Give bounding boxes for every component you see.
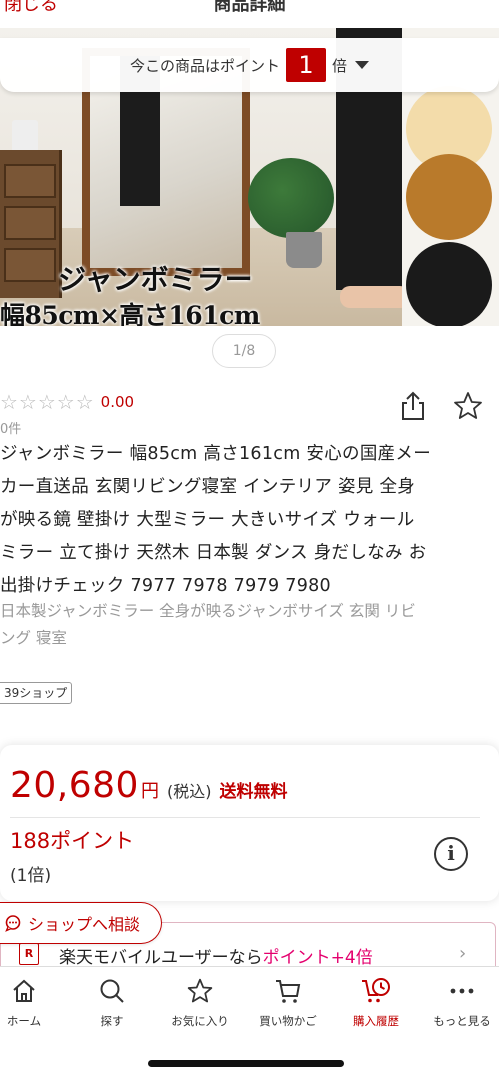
- rakuten-logo-icon: R: [19, 943, 39, 965]
- info-icon[interactable]: i: [434, 837, 468, 871]
- points-banner-suffix: 倍: [332, 56, 348, 75]
- shop-consult-label: ショップへ相談: [28, 915, 141, 934]
- rating-stars-icon: ☆☆☆☆☆: [0, 390, 95, 414]
- image-drawer: [4, 164, 56, 198]
- image-drawer: [4, 248, 56, 282]
- image-pager: 1/8: [212, 334, 276, 368]
- nav-home-label: ホーム: [6, 1014, 42, 1028]
- share-icon: [402, 391, 424, 420]
- star-icon: [187, 978, 213, 1003]
- image-drawer: [4, 206, 56, 240]
- image-caption-size: 幅85cm×高さ161cm: [0, 301, 260, 326]
- image-cabinet: [0, 150, 62, 298]
- nav-search-label: 探す: [100, 1014, 124, 1028]
- mobile-banner-accent: ポイント+4倍: [262, 948, 373, 968]
- points-multiplier-badge: 1: [286, 48, 326, 82]
- more-icon: [450, 988, 474, 994]
- rating-row[interactable]: ☆☆☆☆☆ 0.00: [0, 388, 134, 416]
- review-count: 0件: [0, 422, 22, 437]
- nav-cart[interactable]: 買い物かご: [246, 971, 330, 1035]
- star-icon: [454, 392, 482, 419]
- price-currency: 円: [140, 781, 159, 802]
- rating-score: 0.00: [100, 393, 135, 411]
- product-title: ジャンボミラー 幅85cm 高さ161cm 安心の国産メー カー直送品 玄関リビ…: [0, 444, 432, 596]
- purchase-history-icon: [362, 978, 390, 1003]
- nav-purchase-history-label: 購入履歴: [353, 1014, 399, 1028]
- points-banner-prefix: 今この商品はポイント: [129, 56, 280, 75]
- image-vase: [12, 120, 38, 152]
- shop-tag[interactable]: 39ショップ: [0, 682, 73, 704]
- image-caption-name: ジャンボミラー: [58, 263, 253, 296]
- chevron-right-icon: ›: [459, 943, 467, 964]
- image-feet: [340, 286, 410, 308]
- favorite-button[interactable]: [452, 390, 484, 422]
- nav-more[interactable]: もっと見る: [420, 971, 499, 1035]
- points-multiplier-banner[interactable]: 今この商品はポイント 1 倍: [0, 38, 499, 92]
- nav-favorites-label: お気に入り: [171, 1014, 229, 1028]
- color-swatch-brown: [406, 154, 492, 240]
- nav-search[interactable]: 探す: [70, 971, 154, 1035]
- price-row: 20,680 円 (税込) 送料無料: [10, 765, 287, 806]
- home-icon: [13, 979, 35, 1002]
- image-pot: [286, 232, 322, 268]
- share-button[interactable]: [398, 390, 428, 422]
- nav-purchase-history[interactable]: 購入履歴: [334, 971, 418, 1035]
- nav-cart-label: 買い物かご: [259, 1014, 317, 1028]
- search-icon: [100, 979, 124, 1003]
- home-indicator[interactable]: [148, 1060, 344, 1067]
- color-swatch-black: [406, 242, 492, 326]
- price-card: 20,680 円 (税込) 送料無料 188ポイント (1倍) i: [0, 745, 499, 901]
- price-amount: 20,680: [10, 765, 139, 806]
- image-plant: [248, 158, 334, 238]
- chat-icon: [5, 915, 21, 932]
- divider: [10, 817, 480, 818]
- points-multiplier-note: (1倍): [10, 866, 52, 886]
- mobile-banner-label: 楽天モバイルユーザーなら: [59, 948, 263, 968]
- nav-favorites[interactable]: お気に入り: [158, 971, 242, 1035]
- free-shipping-label: 送料無料: [219, 782, 288, 802]
- nav-more-label: もっと見る: [433, 1014, 491, 1028]
- mobile-banner-text: 楽天モバイルユーザーならポイント+4倍: [59, 943, 373, 968]
- nav-home[interactable]: ホーム: [0, 971, 66, 1035]
- top-header: 閉じる 商品詳細: [0, 0, 499, 28]
- tax-note: (税込): [166, 782, 212, 801]
- shop-consult-button[interactable]: ショップへ相談: [0, 902, 162, 944]
- cart-icon: [276, 980, 301, 1003]
- caret-down-icon: [355, 61, 370, 69]
- product-catch-copy: 日本製ジャンボミラー 全身が映るジャンボサイズ 玄関 リビ ング 寝室: [0, 602, 416, 647]
- page-title: 商品詳細: [213, 0, 286, 15]
- earned-points: 188ポイント: [10, 829, 135, 853]
